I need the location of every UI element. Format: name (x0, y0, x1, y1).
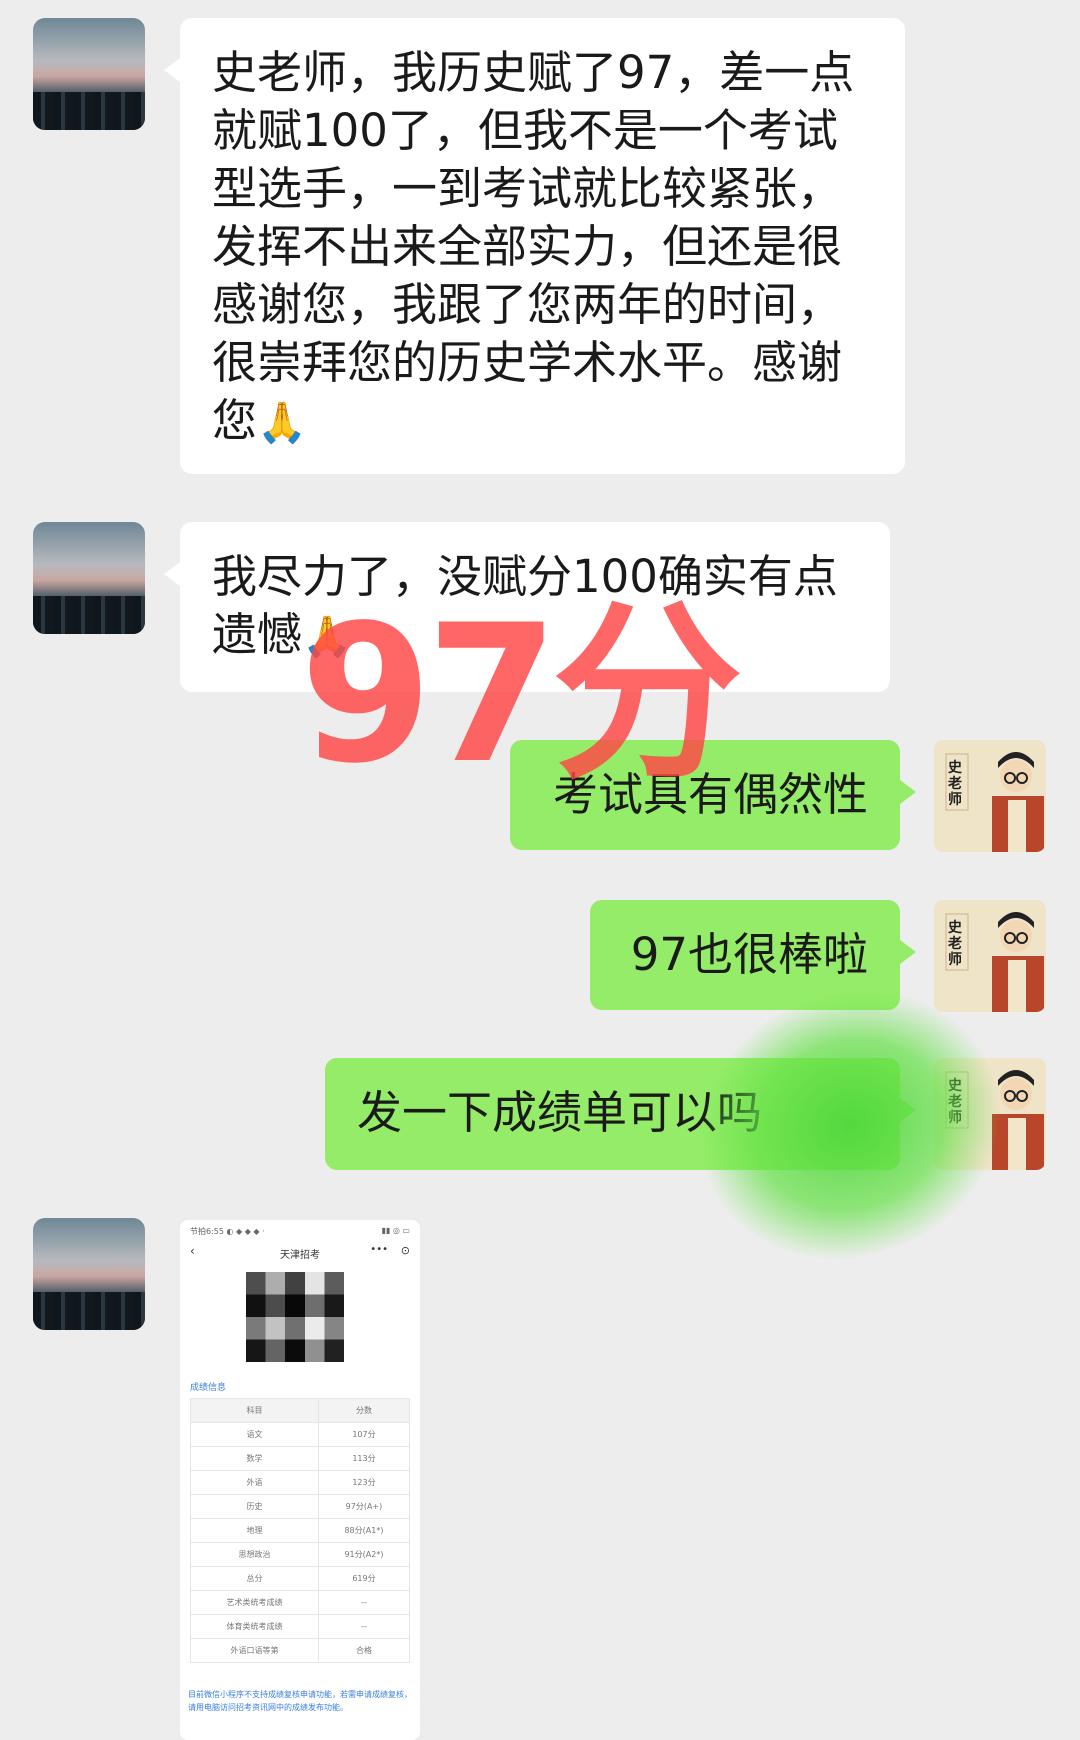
review-notice: 目前微信小程序不支持成绩复核申请功能，若需申请成绩复核，请用电脑访问招考资讯网中… (188, 1690, 412, 1712)
score-table: 科目 分数 语文 107分 数学 113分 外语 123分 历史 97分(A+) 地理 8… (190, 1398, 411, 1663)
table-header: 科目 (190, 1398, 319, 1423)
subject-cell: 艺术类统考成绩 (190, 1590, 319, 1615)
score-overlay-stamp: 97分 (300, 584, 742, 805)
sender-avatar[interactable] (33, 522, 145, 634)
subject-cell: 地理 (190, 1518, 319, 1543)
table-row: 总分 619分 (190, 1566, 411, 1591)
subject-cell: 外语 (190, 1470, 319, 1495)
phone-status-left: 节拍6:55 ◐ ◆ ◆ ◆ · (190, 1227, 265, 1236)
teacher-avatar-label: 史老师 (948, 760, 962, 808)
score-cell: -- (317, 1590, 411, 1615)
table-row: 思想政治 91分(A2*) (190, 1542, 411, 1567)
table-row: 体育类统考成绩 -- (190, 1614, 411, 1639)
score-cell: -- (317, 1614, 411, 1639)
score-cell: 113分 (317, 1446, 411, 1471)
close-target-icon: ⊙ (400, 1244, 410, 1257)
table-row: 地理 88分(A1*) (190, 1518, 411, 1543)
message-text: 史老师，我历史赋了97，差一点就赋100了，但我不是一个考试型选手，一到考试就比… (212, 46, 855, 447)
subject-cell: 外语口语等第 (190, 1638, 319, 1663)
subject-cell: 体育类统考成绩 (190, 1614, 319, 1639)
score-cell: 97分(A+) (317, 1494, 411, 1519)
subject-cell: 思想政治 (190, 1542, 319, 1567)
score-cell: 合格 (317, 1638, 411, 1663)
score-cell: 88分(A1*) (317, 1518, 411, 1543)
table-row: 语文 107分 (190, 1422, 411, 1447)
score-cell: 619分 (317, 1566, 411, 1591)
teacher-avatar[interactable]: 史老师 (934, 740, 1046, 852)
table-row: 数学 113分 (190, 1446, 411, 1471)
subject-cell: 数学 (190, 1446, 319, 1471)
mosaic-redaction (246, 1272, 344, 1362)
score-cell: 123分 (317, 1470, 411, 1495)
sender-avatar[interactable] (33, 1218, 145, 1330)
subject-cell: 历史 (190, 1494, 319, 1519)
more-menu-icon: ••• (370, 1244, 388, 1255)
subject-cell: 总分 (190, 1566, 319, 1591)
message-text: 97也很棒啦 (630, 928, 868, 981)
table-row: 外语口语等第 合格 (190, 1638, 411, 1663)
praying-hands-icon: 🙏 (257, 400, 307, 446)
phone-status-right: ▮▮ ◎ ▭ (381, 1226, 410, 1235)
teacher-avatar-label: 史老师 (948, 920, 962, 968)
section-title: 成绩信息 (190, 1383, 227, 1393)
sender-avatar[interactable] (33, 18, 145, 130)
score-cell: 107分 (317, 1422, 411, 1447)
score-report-screenshot[interactable]: 节拍6:55 ◐ ◆ ◆ ◆ · ▮▮ ◎ ▭ ‹ 天津招考 ••• ⊙ 成绩信… (180, 1220, 420, 1740)
subject-cell: 语文 (190, 1422, 319, 1447)
message-bubble[interactable]: 史老师，我历史赋了97，差一点就赋100了，但我不是一个考试型选手，一到考试就比… (164, 18, 905, 474)
table-row: 历史 97分(A+) (190, 1494, 411, 1519)
table-header: 分数 (317, 1398, 411, 1423)
table-row: 艺术类统考成绩 -- (190, 1590, 411, 1615)
score-cell: 91分(A2*) (317, 1542, 411, 1567)
table-row: 外语 123分 (190, 1470, 411, 1495)
